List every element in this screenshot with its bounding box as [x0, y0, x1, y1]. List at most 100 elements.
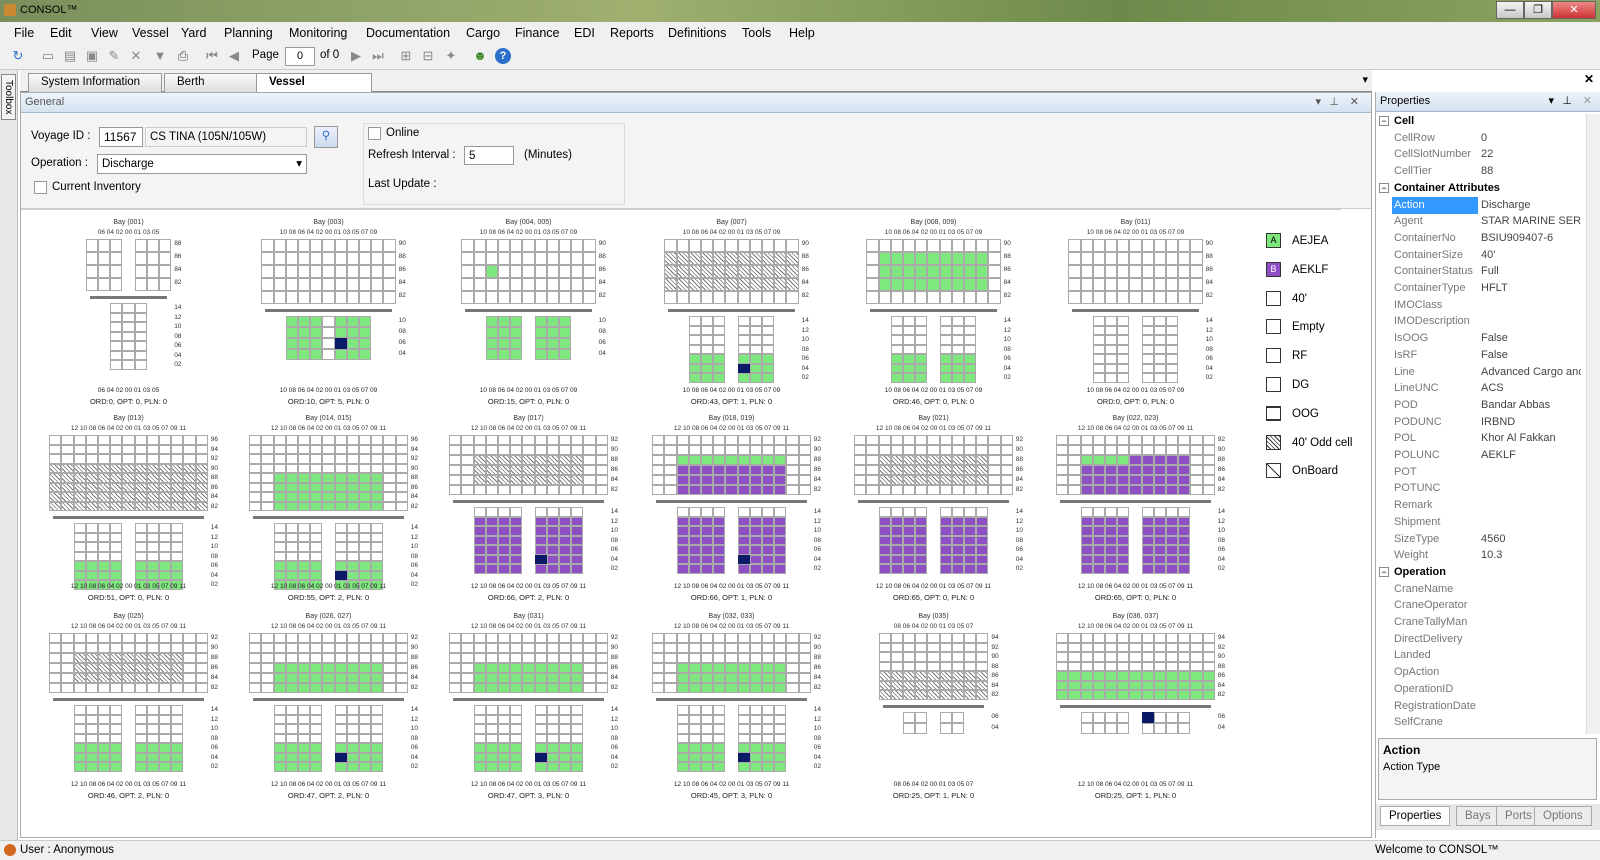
bay-cell[interactable] [951, 335, 964, 345]
bay-cell[interactable] [359, 435, 372, 445]
bay-cell[interactable] [522, 435, 535, 445]
bay-cell[interactable] [939, 252, 952, 265]
bay-cell[interactable] [688, 564, 701, 574]
bay-cell[interactable] [461, 445, 474, 455]
bay-cell[interactable] [285, 349, 298, 360]
bay-cell[interactable] [134, 463, 147, 473]
bay-cell[interactable] [98, 633, 111, 643]
bay-cell[interactable] [976, 564, 989, 574]
bay-cell[interactable] [915, 554, 928, 564]
bay-cell[interactable] [1092, 278, 1105, 291]
bay-cell[interactable] [951, 445, 964, 455]
property-row[interactable]: CraneOperator [1376, 597, 1583, 614]
bay-cell[interactable] [1092, 652, 1105, 662]
bay-cell[interactable] [664, 485, 677, 495]
bay-cell[interactable] [498, 633, 511, 643]
bay-cell[interactable] [359, 523, 372, 533]
bay-cell[interactable] [310, 633, 323, 643]
bay-cell[interactable] [285, 523, 298, 533]
bay-cell[interactable] [171, 444, 184, 454]
bay-cell[interactable] [371, 673, 384, 683]
bay-cell[interactable] [688, 475, 701, 485]
bay-cell[interactable] [1056, 435, 1069, 445]
bay-cell[interactable] [346, 653, 359, 663]
bay-cell[interactable] [310, 523, 323, 533]
bay-cell[interactable] [1056, 652, 1069, 662]
menu-cargo[interactable]: Cargo [466, 26, 500, 40]
bay-cell[interactable] [510, 435, 523, 445]
bay-cell[interactable] [1190, 642, 1203, 652]
bay-cell[interactable] [110, 463, 123, 473]
bay-cell[interactable] [878, 445, 891, 455]
bay-cell[interactable] [534, 564, 547, 574]
bay-cell[interactable] [134, 350, 147, 360]
onboard-cell[interactable] [737, 554, 750, 564]
bay-cell[interactable] [939, 344, 952, 354]
bay-cell[interactable] [261, 278, 274, 291]
bay-cell[interactable] [939, 545, 952, 555]
bay-cell[interactable] [310, 653, 323, 663]
bay-cell[interactable] [285, 327, 298, 338]
bay-cell[interactable] [964, 465, 977, 475]
bay-cell[interactable] [701, 316, 714, 326]
bay-cell[interactable] [1166, 652, 1179, 662]
bay-cell[interactable] [1117, 239, 1130, 252]
property-value[interactable]: 40' [1481, 247, 1581, 264]
bay-cell[interactable] [49, 633, 62, 643]
bay-cell[interactable] [903, 278, 916, 291]
bay-cell[interactable] [546, 516, 559, 526]
bay-cell[interactable] [359, 743, 372, 753]
bay-cell[interactable] [346, 239, 359, 252]
bay-cell[interactable] [534, 705, 547, 715]
bay-cell[interactable] [1141, 526, 1154, 536]
bay-cell[interactable] [903, 363, 916, 373]
bay-cell[interactable] [878, 485, 891, 495]
property-row[interactable]: Agent STAR MARINE SERVI [1376, 213, 1583, 230]
bay-cell[interactable] [890, 291, 903, 304]
bay-cell[interactable] [273, 633, 286, 643]
bay-cell[interactable] [676, 673, 689, 683]
bay-cell[interactable] [749, 663, 762, 673]
bay-cell[interactable] [774, 554, 787, 564]
bay-cell[interactable] [571, 278, 584, 291]
bay-cell[interactable] [571, 673, 584, 683]
bay-cell[interactable] [701, 705, 714, 715]
bay-cell[interactable] [798, 475, 811, 485]
bay-cell[interactable] [310, 714, 323, 724]
bay-cell[interactable] [334, 663, 347, 673]
bay-cell[interactable] [676, 445, 689, 455]
bay-cell[interactable] [73, 473, 86, 483]
bay-cell[interactable] [485, 252, 498, 265]
bay-cell[interactable] [498, 705, 511, 715]
bay-cell[interactable] [749, 526, 762, 536]
bay-cell[interactable] [1166, 363, 1179, 373]
bay-cell[interactable] [334, 265, 347, 278]
bay-cell[interactable] [546, 663, 559, 673]
bay-cell[interactable] [534, 535, 547, 545]
bay-cell[interactable] [559, 663, 572, 673]
bay-cell[interactable] [346, 663, 359, 673]
bay-cell[interactable] [676, 633, 689, 643]
bay-cell[interactable] [510, 475, 523, 485]
bay-cell[interactable] [159, 663, 172, 673]
bay-cell[interactable] [1117, 455, 1130, 465]
bay-cell[interactable] [371, 291, 384, 304]
bay-cell[interactable] [534, 338, 547, 349]
bay-cell[interactable] [774, 545, 787, 555]
bay-cell[interactable] [903, 680, 916, 690]
bay-cell[interactable] [664, 265, 677, 278]
bay-cell[interactable] [85, 724, 98, 734]
bay-cell[interactable] [927, 652, 940, 662]
bay-cell[interactable] [786, 278, 799, 291]
bay-cell[interactable] [725, 252, 738, 265]
bay-cell[interactable] [737, 485, 750, 495]
bay-cell[interactable] [951, 507, 964, 517]
bay-cell[interactable] [688, 344, 701, 354]
tab-vessel-monitoring[interactable]: Vessel Monitoring [256, 73, 372, 105]
bay-cell[interactable] [159, 523, 172, 533]
bay-cell[interactable] [134, 444, 147, 454]
bay-cell[interactable] [749, 683, 762, 693]
bay-cell[interactable] [473, 291, 486, 304]
bay-cell[interactable] [939, 316, 952, 326]
bay-cell[interactable] [473, 705, 486, 715]
